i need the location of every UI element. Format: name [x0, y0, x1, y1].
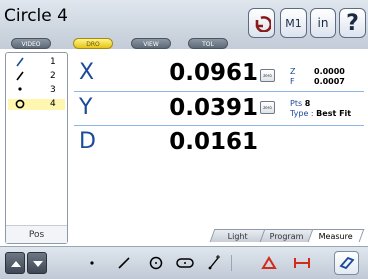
arrow-down-icon — [33, 261, 43, 267]
line-icon — [16, 71, 24, 81]
tab-view[interactable]: VIEW — [131, 38, 171, 49]
memory-button[interactable]: M1 — [280, 8, 307, 38]
z-value: 0.0000 — [314, 67, 345, 76]
undo-arrow-icon — [255, 16, 271, 32]
list-item[interactable]: 3 — [8, 85, 65, 96]
measure-angle-button[interactable] — [256, 251, 281, 275]
d-axis-label: D — [79, 129, 96, 154]
list-item[interactable]: 1 — [8, 57, 65, 68]
z-label: Z — [290, 67, 296, 76]
angle-icon — [260, 256, 277, 269]
measure-blob-button[interactable] — [201, 251, 226, 275]
line-icon — [16, 57, 24, 67]
skew-icon — [338, 256, 355, 270]
slot-icon — [175, 258, 194, 268]
list-item-selected[interactable]: 4 — [8, 99, 65, 110]
points-info: Pts 8 — [290, 99, 310, 108]
y-value: 0.0391 — [169, 95, 258, 121]
line-icon — [117, 257, 130, 269]
arrow-up-icon — [11, 261, 21, 267]
type-value: Best Fit — [316, 109, 352, 118]
f-value: 0.0007 — [314, 77, 345, 86]
circle-icon — [15, 99, 25, 109]
page-title: Circle 4 — [4, 6, 68, 26]
tab-light-label: Light — [227, 232, 248, 241]
y-axis-label: Y — [79, 95, 93, 120]
undo-button[interactable] — [248, 8, 275, 38]
toolbar-separator — [231, 255, 232, 271]
type-info: Type : Best Fit — [290, 109, 351, 118]
units-button[interactable]: in — [310, 8, 336, 38]
feature-list[interactable]: 1 2 3 4 Pos — [5, 52, 68, 244]
type-label: Type : — [290, 109, 314, 118]
item-number: 2 — [50, 71, 56, 81]
tab-video[interactable]: VIDEO — [11, 38, 51, 49]
item-number: 4 — [50, 99, 56, 109]
list-item[interactable]: 2 — [8, 71, 65, 82]
row-divider — [74, 91, 364, 92]
d-value: 0.0161 — [169, 129, 258, 155]
measure-distance-button[interactable] — [289, 251, 314, 275]
points-label: Pts — [290, 99, 303, 108]
measure-point-button[interactable] — [79, 251, 104, 275]
zero-x-button[interactable]: zero — [260, 69, 275, 82]
point-icon — [18, 87, 22, 91]
tab-measure-label: Measure — [318, 232, 353, 241]
tab-measure[interactable]: Measure — [307, 229, 365, 242]
scroll-up-button[interactable] — [5, 252, 25, 274]
points-value: 8 — [304, 99, 311, 108]
help-button[interactable]: ? — [339, 8, 366, 38]
item-number: 1 — [50, 57, 56, 67]
item-number: 3 — [50, 85, 56, 95]
blob-icon — [208, 255, 220, 270]
tab-tol[interactable]: TOL — [188, 38, 228, 49]
distance-icon — [293, 258, 310, 268]
measure-toolbar — [0, 246, 368, 279]
tab-program-label: Program — [269, 232, 304, 241]
tab-dro[interactable]: DRO — [73, 38, 113, 49]
measure-line-button[interactable] — [111, 251, 136, 275]
point-icon — [89, 261, 94, 265]
circle-icon — [149, 256, 162, 270]
f-label: F — [290, 77, 295, 86]
measure-skew-button[interactable] — [334, 251, 359, 275]
measure-circle-button[interactable] — [143, 251, 168, 275]
x-value: 0.0961 — [169, 60, 258, 86]
scroll-down-button[interactable] — [27, 252, 47, 274]
x-axis-label: X — [79, 60, 95, 85]
tab-light[interactable]: Light — [209, 229, 267, 242]
zero-y-button[interactable]: zero — [260, 101, 275, 114]
position-label[interactable]: Pos — [6, 225, 67, 243]
header-bar: Circle 4 VIDEO DRO VIEW TOL M1 in ? — [0, 0, 368, 49]
measure-slot-button[interactable] — [172, 251, 197, 275]
tab-program[interactable]: Program — [259, 229, 315, 242]
row-divider — [74, 125, 364, 126]
